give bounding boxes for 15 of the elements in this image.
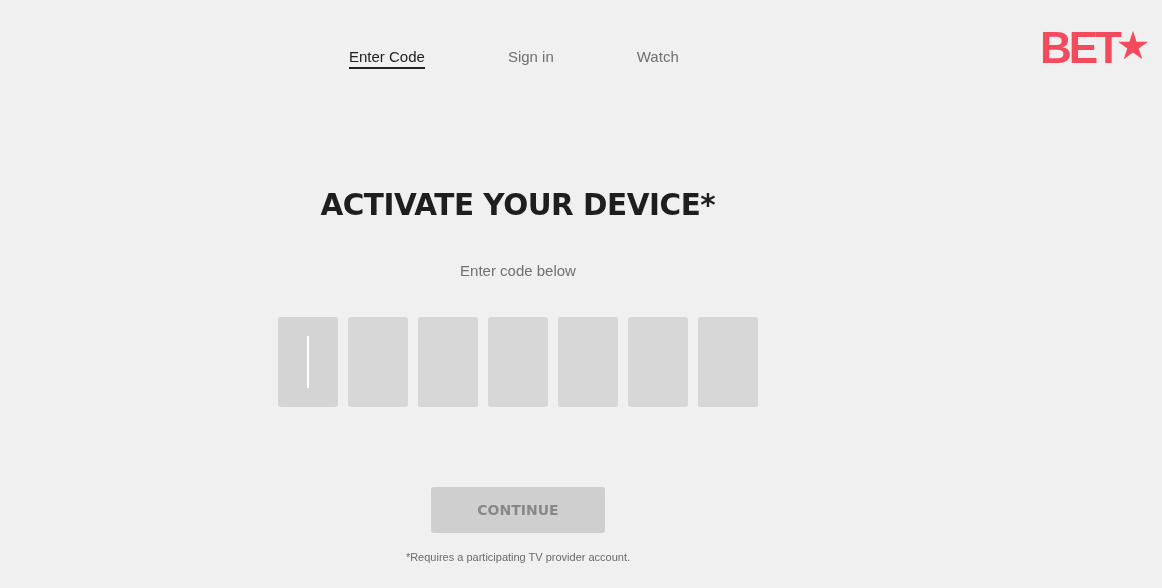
star-icon xyxy=(1118,30,1148,60)
code-input-field[interactable] xyxy=(488,317,548,407)
logo-text: BET xyxy=(1040,28,1119,68)
code-input-field[interactable] xyxy=(418,317,478,407)
nav-tab[interactable]: Enter Code xyxy=(349,48,425,69)
code-input-field[interactable] xyxy=(698,317,758,407)
nav-tab[interactable]: Sign in xyxy=(507,48,554,69)
nav-tab[interactable]: Watch xyxy=(636,48,679,69)
footnote-text: *Requires a participating TV provider account. xyxy=(405,551,631,563)
code-input-field[interactable] xyxy=(558,317,618,407)
page-title: ACTIVATE YOUR DEVICE* xyxy=(320,186,716,222)
instruction-text: Enter code below xyxy=(460,262,576,279)
code-input-field[interactable] xyxy=(628,317,688,407)
code-input-field[interactable] xyxy=(348,317,408,407)
code-input-field[interactable] xyxy=(278,317,338,407)
